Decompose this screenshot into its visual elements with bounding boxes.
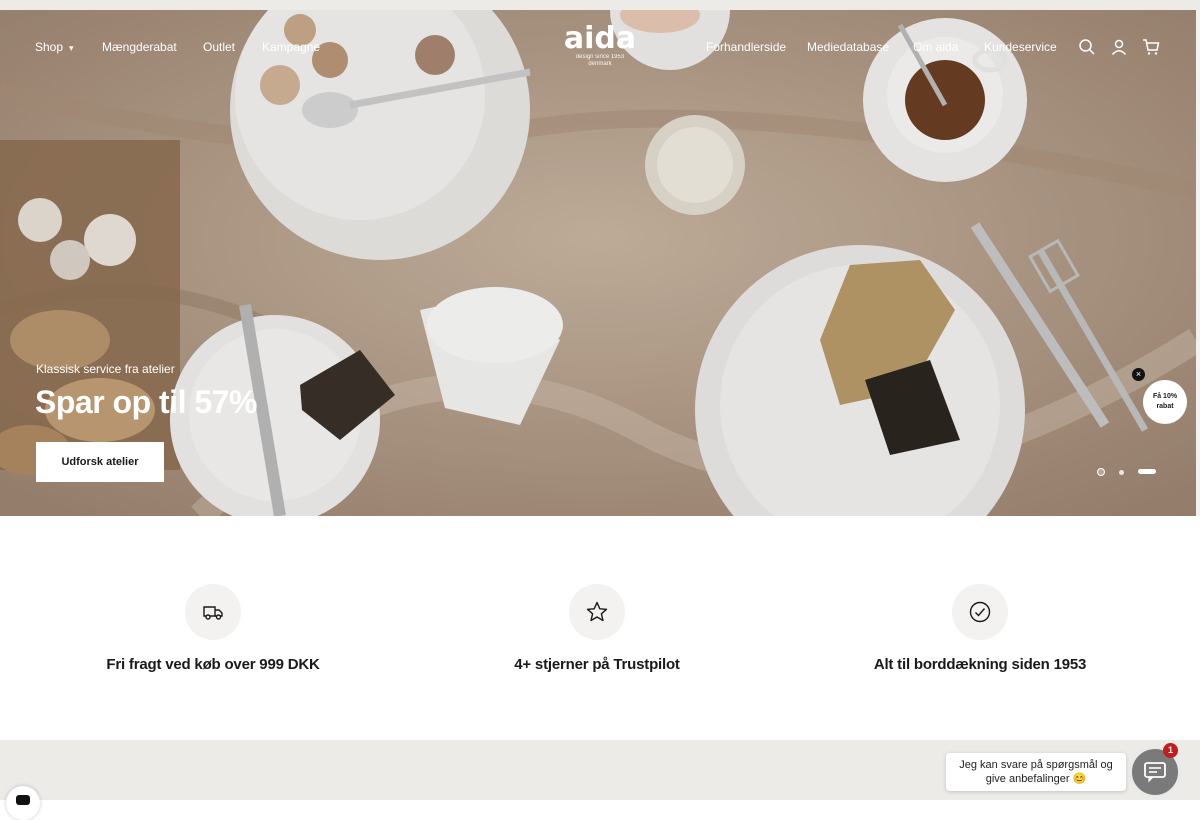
usp-section: Fri fragt ved køb over 999 DKK 4+ stjern… bbox=[0, 516, 1200, 740]
nav-kundeservice[interactable]: Kundeservice bbox=[984, 40, 1057, 54]
nav-forhandlerside[interactable]: Forhandlerside bbox=[706, 40, 786, 54]
page-scrollbar[interactable] bbox=[1196, 10, 1200, 516]
search-icon[interactable] bbox=[1078, 38, 1096, 56]
usp-label: 4+ stjerner på Trustpilot bbox=[514, 656, 680, 673]
nav-shop-label: Shop bbox=[35, 40, 64, 54]
logo-tagline: design since 1953 bbox=[575, 54, 625, 60]
nav-mediedatabase[interactable]: Mediedatabase bbox=[807, 40, 889, 54]
usp-label: Alt til borddækning siden 1953 bbox=[873, 656, 1087, 673]
reviews-widget-button[interactable] bbox=[6, 786, 40, 820]
usp-icon-circle bbox=[185, 584, 241, 640]
nav-maengderabat[interactable]: Mængderabat bbox=[102, 40, 177, 54]
usp-since-1953: Alt til borddækning siden 1953 bbox=[830, 584, 1130, 673]
chat-prompt-line-2: give anbefalinger 😊 bbox=[985, 773, 1087, 785]
nav-shop[interactable]: Shop ▾ bbox=[35, 40, 74, 54]
nav-outlet[interactable]: Outlet bbox=[203, 40, 235, 54]
chat-prompt-line-1: Jeg kan svare på spørgsmål og bbox=[959, 759, 1113, 771]
brand-logo[interactable]: aida design since 1953 denmark bbox=[560, 24, 640, 68]
close-icon[interactable]: × bbox=[1132, 368, 1145, 381]
usp-icon-circle bbox=[569, 584, 625, 640]
account-icon[interactable] bbox=[1110, 38, 1128, 56]
top-strip bbox=[0, 0, 1200, 10]
nav-om-aida[interactable]: Om aida bbox=[913, 40, 958, 54]
hero-image bbox=[0, 10, 1196, 516]
check-circle-icon bbox=[969, 601, 991, 623]
top-navigation: Shop ▾ Mængderabat Outlet Kampagne aida d… bbox=[0, 10, 1196, 84]
hero-kicker: Klassisk service fra atelier bbox=[36, 362, 175, 376]
nav-kampagne[interactable]: Kampagne bbox=[262, 40, 320, 54]
widget-icon bbox=[16, 795, 30, 805]
chevron-down-icon: ▾ bbox=[69, 43, 74, 53]
slide-dot-2[interactable] bbox=[1119, 470, 1124, 475]
slide-dot-1[interactable] bbox=[1097, 468, 1105, 476]
usp-trustpilot: 4+ stjerner på Trustpilot bbox=[447, 584, 747, 673]
logo-tagline-country: denmark bbox=[588, 61, 612, 67]
promo-line-1: Få 10% bbox=[1152, 393, 1178, 400]
hero-banner[interactable] bbox=[0, 10, 1196, 516]
slide-dot-3-active[interactable] bbox=[1138, 469, 1156, 474]
logo-wordmark: aida bbox=[563, 21, 637, 56]
usp-free-shipping: Fri fragt ved køb over 999 DKK bbox=[63, 584, 363, 673]
star-icon bbox=[586, 601, 608, 622]
cart-icon[interactable] bbox=[1142, 38, 1160, 56]
hero-title: Spar op til 57% bbox=[35, 384, 257, 420]
discount-promo-badge[interactable]: Få 10% rabat bbox=[1143, 380, 1187, 424]
usp-label: Fri fragt ved køb over 999 DKK bbox=[106, 656, 320, 673]
explore-atelier-button[interactable]: Udforsk atelier bbox=[36, 442, 164, 482]
chat-icon bbox=[1144, 762, 1166, 783]
truck-icon bbox=[203, 606, 223, 620]
chat-notification-badge: 1 bbox=[1163, 743, 1178, 758]
chat-prompt-bubble[interactable]: Jeg kan svare på spørgsmål og give anbef… bbox=[946, 753, 1126, 791]
usp-icon-circle bbox=[952, 584, 1008, 640]
promo-line-2: rabat bbox=[1156, 403, 1174, 410]
